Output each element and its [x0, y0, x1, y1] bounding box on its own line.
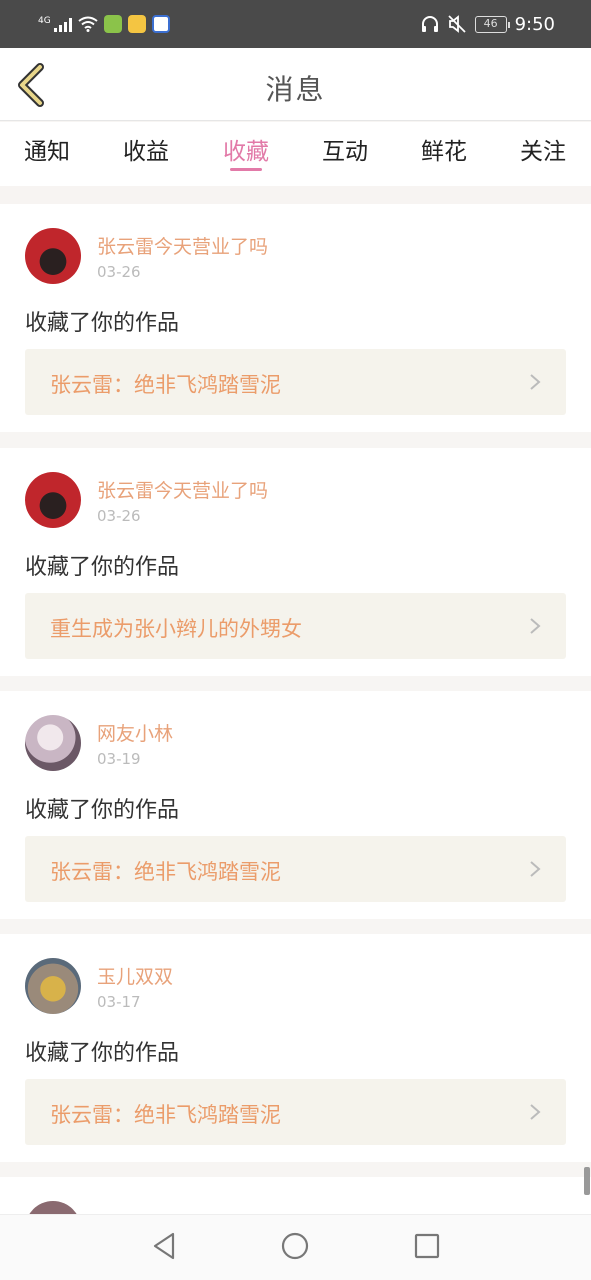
signal-icon — [53, 16, 72, 32]
app-notification-icon — [151, 15, 170, 33]
network-label: 4G — [38, 16, 51, 26]
avatar[interactable] — [25, 472, 81, 528]
message-card-partial — [0, 1177, 591, 1217]
page-title: 消息 — [265, 73, 326, 106]
work-link[interactable]: 张云雷：绝非飞鸿踏雪泥 — [25, 836, 566, 902]
username[interactable]: 张云雷今天营业了吗 — [97, 232, 268, 259]
clock: 9:50 — [514, 13, 555, 35]
work-title: 张云雷：绝非飞鸿踏雪泥 — [50, 1103, 281, 1127]
message-date: 03-26 — [97, 507, 141, 525]
username[interactable]: 玉儿双双 — [97, 962, 173, 989]
tab-interactions[interactable]: 互动 — [309, 132, 381, 166]
divider — [0, 186, 591, 204]
app-notification-icon — [127, 15, 146, 33]
tab-favorites[interactable]: 收藏 — [210, 132, 282, 166]
back-triangle-icon[interactable] — [150, 1231, 180, 1261]
tab-flowers[interactable]: 鲜花 — [408, 132, 480, 166]
wifi-icon — [78, 16, 98, 32]
system-nav-bar — [0, 1214, 591, 1280]
tab-earnings[interactable]: 收益 — [110, 132, 182, 166]
home-circle-icon[interactable] — [280, 1231, 310, 1261]
recents-square-icon[interactable] — [412, 1231, 442, 1261]
avatar[interactable] — [25, 958, 81, 1014]
message-date: 03-19 — [97, 750, 141, 768]
work-link[interactable]: 张云雷：绝非飞鸿踏雪泥 — [25, 1079, 566, 1145]
headphones-icon — [421, 16, 438, 32]
chevron-right-icon — [530, 618, 541, 634]
username[interactable]: 网友小林 — [97, 719, 173, 746]
status-bar: 4G 46 9:50 — [0, 0, 591, 48]
work-title: 张云雷：绝非飞鸿踏雪泥 — [50, 373, 281, 397]
tab-bar: 通知 收益 收藏 互动 鲜花 关注 — [0, 122, 591, 186]
scrollbar-thumb[interactable] — [584, 1167, 590, 1195]
mute-icon — [447, 15, 466, 33]
message-date: 03-17 — [97, 993, 141, 1011]
message-date: 03-26 — [97, 263, 141, 281]
message-action: 收藏了你的作品 — [25, 1041, 180, 1066]
tab-following[interactable]: 关注 — [507, 132, 579, 166]
status-left-icons: 4G — [38, 15, 170, 33]
app-header: 消息 — [0, 48, 591, 121]
message-card: 网友小林 03-19 收藏了你的作品 张云雷：绝非飞鸿踏雪泥 — [0, 691, 591, 919]
message-card: 玉儿双双 03-17 收藏了你的作品 张云雷：绝非飞鸿踏雪泥 — [0, 934, 591, 1162]
message-action: 收藏了你的作品 — [25, 555, 180, 580]
work-title: 张云雷：绝非飞鸿踏雪泥 — [50, 860, 281, 884]
message-action: 收藏了你的作品 — [25, 311, 180, 336]
chevron-right-icon — [530, 861, 541, 877]
work-link[interactable]: 张云雷：绝非飞鸿踏雪泥 — [25, 349, 566, 415]
app-notification-icon — [103, 15, 122, 33]
chevron-right-icon — [530, 374, 541, 390]
chevron-right-icon — [530, 1104, 541, 1120]
work-title: 重生成为张小辫儿的外甥女 — [50, 617, 302, 641]
active-tab-indicator — [230, 168, 262, 171]
message-action: 收藏了你的作品 — [25, 798, 180, 823]
work-link[interactable]: 重生成为张小辫儿的外甥女 — [25, 593, 566, 659]
avatar[interactable] — [25, 715, 81, 771]
username[interactable]: 张云雷今天营业了吗 — [97, 476, 268, 503]
tab-notifications[interactable]: 通知 — [11, 132, 83, 166]
avatar[interactable] — [25, 228, 81, 284]
status-right-icons: 46 9:50 — [421, 14, 555, 35]
message-card: 张云雷今天营业了吗 03-26 收藏了你的作品 重生成为张小辫儿的外甥女 — [0, 448, 591, 676]
battery-icon: 46 — [474, 15, 510, 33]
message-card: 张云雷今天营业了吗 03-26 收藏了你的作品 张云雷：绝非飞鸿踏雪泥 — [0, 204, 591, 432]
